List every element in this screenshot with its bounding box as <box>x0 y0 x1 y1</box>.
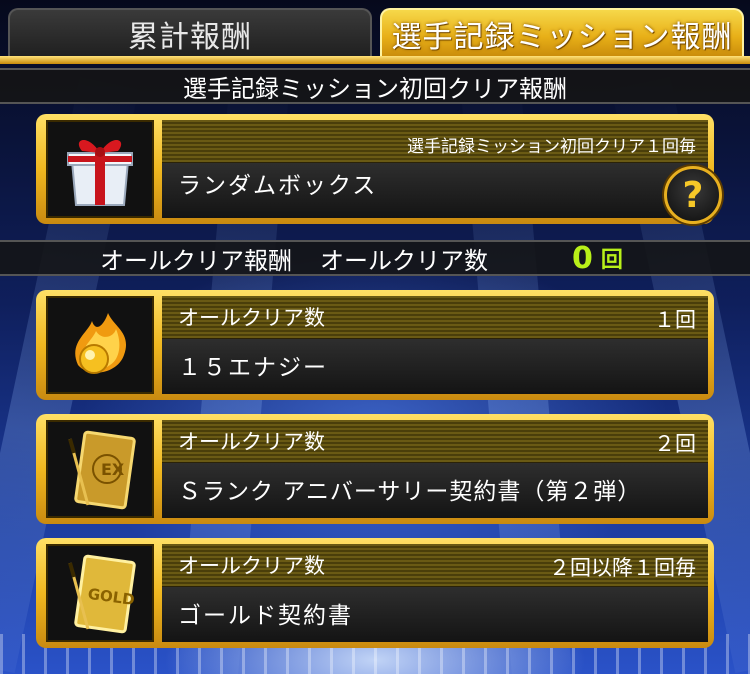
reward-card-random-box[interactable]: 選手記録ミッション初回クリア１回毎 ランダムボックス ? <box>36 114 722 224</box>
reward-name: ランダムボックス <box>178 173 378 199</box>
reward-info: オールクリア数 ２回 Ｓランク アニバーサリー契約書（第２弾） <box>162 420 708 518</box>
all-clear-reward-label: オールクリア報酬 <box>100 246 292 275</box>
reward-card-s-rank-contract[interactable]: EX オールクリア数 ２回 Ｓランク アニバーサリー契約書（第２弾） <box>36 414 714 524</box>
reward-info: オールクリア数 ２回以降１回毎 ゴールド契約書 <box>162 544 708 642</box>
reward-card-energy[interactable]: オールクリア数 １回 １５エナジー <box>36 290 714 400</box>
first-clear-title-text: 選手記録ミッション初回クリア報酬 <box>183 74 567 103</box>
tab-bar: 累計報酬 選手記録ミッション報酬 <box>0 0 750 64</box>
reward-condition: 選手記録ミッション初回クリア１回毎 <box>407 137 696 157</box>
reward-name: ゴールド契約書 <box>178 603 353 629</box>
first-clear-section-title: 選手記録ミッション初回クリア報酬 <box>0 68 750 104</box>
condition-value: １回 <box>654 308 696 332</box>
reward-name: １５エナジー <box>178 355 328 381</box>
condition-value: ２回以降１回毎 <box>549 556 696 580</box>
s-rank-ex-contract-icon: EX <box>46 420 154 518</box>
fire-energy-icon <box>46 296 154 394</box>
condition-value: ２回 <box>654 432 696 456</box>
all-clear-count-label: オールクリア数 <box>320 246 488 275</box>
reward-info: オールクリア数 １回 １５エナジー <box>162 296 708 394</box>
all-clear-count-unit: 回 <box>600 248 623 273</box>
reward-info: 選手記録ミッション初回クリア１回毎 ランダムボックス <box>162 120 708 218</box>
condition-label: オールクリア数 <box>178 430 325 454</box>
reward-name: Ｓランク アニバーサリー契約書（第２弾） <box>178 479 642 505</box>
tab-player-record-mission-reward[interactable]: 選手記録ミッション報酬 <box>380 8 744 58</box>
help-question-button[interactable]: ? <box>664 166 722 224</box>
gold-contract-icon: GOLD <box>46 544 154 642</box>
condition-label: オールクリア数 <box>178 306 325 330</box>
all-clear-count-value: 0 <box>572 240 593 276</box>
all-clear-section-header: オールクリア報酬 オールクリア数 0 回 <box>0 240 750 276</box>
condition-label: オールクリア数 <box>178 554 325 578</box>
tab-cumulative-reward[interactable]: 累計報酬 <box>8 8 372 58</box>
question-icon: ? <box>682 174 704 216</box>
reward-card-gold-contract[interactable]: GOLD オールクリア数 ２回以降１回毎 ゴールド契約書 <box>36 538 714 648</box>
svg-text:EX: EX <box>101 460 125 479</box>
gift-box-icon <box>46 120 154 218</box>
tab-divider <box>0 56 750 64</box>
